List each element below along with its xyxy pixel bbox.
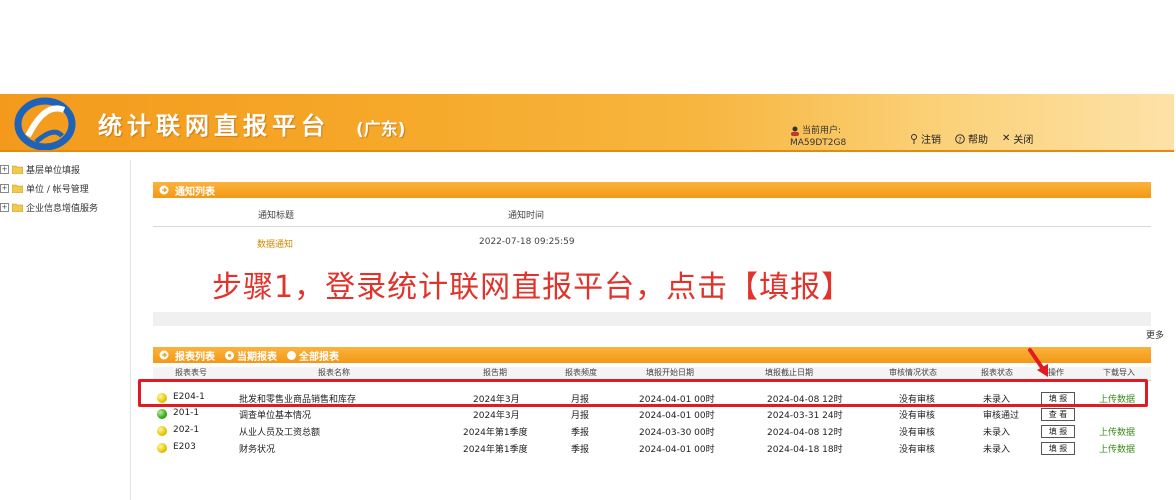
col-header: 报表表号 [175, 368, 207, 377]
red-arrow-icon [1028, 348, 1048, 377]
report-code: 202-1 [173, 425, 200, 435]
col-header: 填报截止日期 [765, 368, 813, 377]
report-start: 2024-04-01 00时 [639, 445, 715, 455]
step-annotation: 步骤1，登录统计联网直报平台，点击【填报】 [212, 270, 853, 305]
expand-icon[interactable]: + [0, 184, 9, 193]
reports-section-bar: 报表列表 当期报表 全部报表 [153, 347, 1151, 363]
notice-col-time: 通知时间 [508, 211, 545, 221]
header-banner: 统计联网直报平台 (广东) 当前用户: MA59DT2G8 注销 ? 帮助 ✕ … [0, 94, 1174, 152]
nav-item-grassroots-report[interactable]: + 基层单位填报 [0, 160, 130, 179]
nav-item-label: 企业信息增值服务 [26, 204, 99, 214]
report-end: 2024-04-18 18时 [767, 445, 843, 455]
fill-report-button[interactable]: 填 报 [1041, 425, 1075, 438]
report-start: 2024-03-30 00时 [639, 428, 715, 438]
report-end: 2024-04-08 12时 [767, 428, 843, 438]
report-period: 2024年第1季度 [463, 428, 528, 438]
report-start: 2024-04-01 00时 [639, 411, 715, 421]
col-header: 报表名称 [318, 368, 350, 377]
more-link[interactable]: 更多 [1146, 328, 1176, 341]
arrow-circle-icon [159, 185, 169, 195]
status-green-icon [157, 409, 167, 419]
key-icon [911, 133, 917, 144]
table-row: E203 财务状况 2024年第1季度 季报 2024-04-01 00时 20… [153, 442, 1151, 455]
col-header: 审核情况状态 [889, 368, 937, 377]
expand-icon[interactable]: + [0, 165, 9, 174]
notice-table-header: 通知标题 通知时间 [153, 200, 1151, 227]
help-link[interactable]: ? 帮助 [955, 131, 988, 146]
nav-item-account-management[interactable]: + 单位 / 帐号管理 [0, 179, 130, 198]
left-nav: + 基层单位填报 + 单位 / 帐号管理 + 企业信息增值服务 [0, 160, 131, 500]
notice-row-time: 2022-07-18 09:25:59 [479, 237, 575, 247]
report-state: 未录入 [983, 428, 1011, 438]
user-label: 当前用户: [802, 126, 842, 136]
app-region: (广东) [356, 120, 406, 140]
nav-item-label: 基层单位填报 [26, 166, 81, 176]
folder-icon [12, 203, 23, 212]
report-code: E203 [173, 442, 196, 452]
col-header: 报表状态 [981, 368, 1013, 377]
notice-footer [153, 312, 1151, 326]
fill-report-button[interactable]: 填 报 [1041, 442, 1075, 455]
report-freq: 季报 [571, 445, 590, 455]
report-audit: 没有审核 [899, 445, 936, 455]
expand-icon[interactable]: + [0, 203, 9, 212]
report-name: 调查单位基本情况 [239, 411, 312, 421]
nav-item-label: 单位 / 帐号管理 [26, 185, 89, 195]
report-name: 从业人员及工资总额 [239, 428, 321, 438]
tab-label: 当期报表 [237, 351, 277, 363]
table-row: 202-1 从业人员及工资总额 2024年第1季度 季报 2024-03-30 … [153, 425, 1151, 438]
report-freq: 季报 [571, 428, 590, 438]
status-yellow-icon [157, 426, 167, 436]
folder-icon [12, 184, 23, 193]
report-period: 2024年3月 [473, 411, 520, 421]
report-state: 审核通过 [983, 411, 1020, 421]
svg-text:?: ? [958, 136, 962, 144]
current-user: 当前用户: MA59DT2G8 [790, 125, 846, 149]
nav-item-value-added-service[interactable]: + 企业信息增值服务 [0, 198, 130, 217]
tab-all-reports[interactable]: 全部报表 [287, 348, 339, 363]
reports-section-title: 报表列表 [175, 351, 215, 363]
view-report-button[interactable]: 查 看 [1041, 408, 1075, 421]
logout-link[interactable]: 注销 [910, 131, 941, 146]
report-freq: 月报 [571, 411, 590, 421]
report-period: 2024年第1季度 [463, 445, 528, 455]
notice-col-title: 通知标题 [258, 211, 295, 221]
status-yellow-icon [157, 443, 167, 453]
upload-data-link[interactable]: 上传数据 [1099, 425, 1135, 438]
col-header: 填报开始日期 [646, 368, 694, 377]
logo-icon [14, 97, 76, 150]
tab-current-reports[interactable]: 当期报表 [225, 348, 277, 363]
notice-section-title: 通知列表 [175, 186, 215, 198]
radio-icon[interactable] [287, 350, 296, 360]
top-links: 注销 ? 帮助 ✕ 关闭 [910, 131, 1033, 146]
user-id: MA59DT2G8 [790, 138, 847, 148]
notice-row: 数据通知 2022-07-18 09:25:59 [153, 232, 1151, 252]
report-name: 财务状况 [239, 445, 276, 455]
help-label: 帮助 [968, 135, 988, 146]
highlight-box [138, 379, 1148, 407]
report-audit: 没有审核 [899, 428, 936, 438]
notice-section-bar: 通知列表 [153, 182, 1151, 198]
notice-row-title[interactable]: 数据通知 [257, 237, 293, 250]
report-audit: 没有审核 [899, 411, 936, 421]
logout-label: 注销 [921, 135, 941, 146]
report-state: 未录入 [983, 445, 1011, 455]
col-header: 报表频度 [565, 368, 597, 377]
close-icon: ✕ [1002, 133, 1011, 144]
col-header: 报告期 [483, 368, 507, 377]
app-title: 统计联网直报平台 [98, 112, 330, 140]
report-end: 2024-03-31 24时 [767, 411, 843, 421]
folder-icon [12, 165, 23, 174]
radio-icon[interactable] [225, 350, 234, 360]
close-link[interactable]: ✕ 关闭 [1002, 131, 1033, 146]
upload-data-link[interactable]: 上传数据 [1099, 442, 1135, 455]
help-icon: ? [955, 133, 965, 144]
report-code: 201-1 [173, 408, 200, 418]
arrow-circle-icon [159, 350, 169, 360]
user-icon [791, 126, 799, 136]
table-row: 201-1 调查单位基本情况 2024年3月 月报 2024-04-01 00时… [153, 408, 1151, 421]
col-header: 下载导入 [1103, 368, 1135, 377]
close-label: 关闭 [1013, 135, 1034, 146]
tab-label: 全部报表 [299, 351, 339, 363]
